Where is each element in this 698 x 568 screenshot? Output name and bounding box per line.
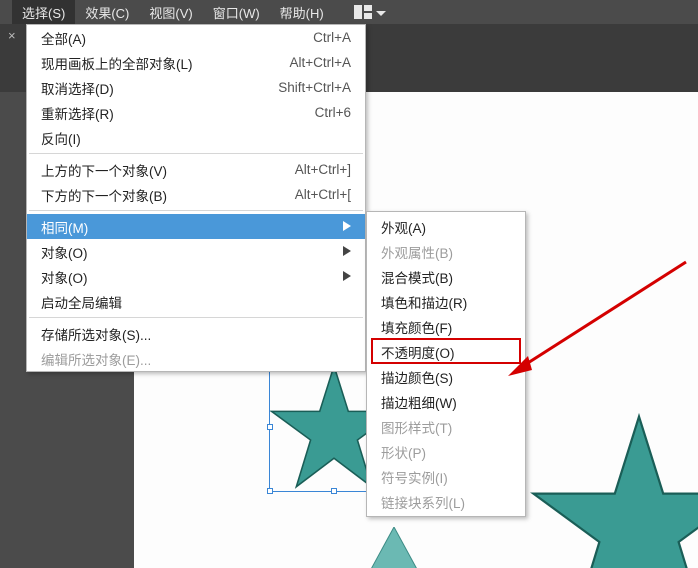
same-submenu: 外观(A) 外观属性(B) 混合模式(B) 填色和描边(R) 填充颜色(F) 不… [366,211,526,517]
menu-item-label: 下方的下一个对象(B) [41,185,295,205]
menu-item-object-1[interactable]: 对象(O) [27,239,365,264]
submenu-item-label: 外观(A) [381,217,426,237]
submenu-item-fill-stroke[interactable]: 填色和描边(R) [367,289,525,314]
submenu-item-label: 不透明度(O) [381,342,455,362]
submenu-item-appearance[interactable]: 外观(A) [367,214,525,239]
menu-help[interactable]: 帮助(H) [270,0,334,25]
menu-item-label: 取消选择(D) [41,78,278,98]
dropdown-caret-icon [376,5,386,20]
menu-separator [29,153,363,154]
submenu-item-label: 描边粗细(W) [381,392,457,412]
menu-item-save-selection[interactable]: 存储所选对象(S)... [27,321,365,346]
submenu-item-appearance-attrs: 外观属性(B) [367,239,525,264]
workspace-icon [354,5,372,19]
submenu-item-label: 符号实例(I) [381,467,448,487]
close-icon: × [8,28,16,43]
menu-item-shortcut: Alt+Ctrl+[ [295,187,351,202]
menu-item-label: 启动全局编辑 [41,292,351,312]
submenu-item-label: 填色和描边(R) [381,292,467,312]
submenu-item-opacity[interactable]: 不透明度(O) [367,339,525,364]
menu-item-shortcut: Alt+Ctrl+] [295,162,351,177]
submenu-item-label: 填充颜色(F) [381,317,452,337]
submenu-arrow-icon [343,219,351,234]
menu-item-deselect[interactable]: 取消选择(D) Shift+Ctrl+A [27,75,365,100]
menu-item-all[interactable]: 全部(A) Ctrl+A [27,25,365,50]
menu-select-label: 选择(S) [22,6,65,21]
menu-effect-label: 效果(C) [85,6,129,21]
menu-item-label: 现用画板上的全部对象(L) [41,53,289,73]
submenu-item-label: 形状(P) [381,442,426,462]
submenu-item-link-block-series: 链接块系列(L) [367,489,525,514]
workspace-switcher[interactable] [354,5,386,20]
select-menu-dropdown: 全部(A) Ctrl+A 现用画板上的全部对象(L) Alt+Ctrl+A 取消… [26,24,366,372]
menu-separator [29,317,363,318]
menu-select[interactable]: 选择(S) [12,0,75,25]
menu-item-label: 对象(O) [41,267,343,287]
submenu-item-label: 链接块系列(L) [381,492,465,512]
submenu-item-label: 混合模式(B) [381,267,453,287]
submenu-item-shape: 形状(P) [367,439,525,464]
submenu-item-graphic-style: 图形样式(T) [367,414,525,439]
menu-view-label: 视图(V) [149,6,192,21]
menu-view[interactable]: 视图(V) [139,0,202,25]
menu-window[interactable]: 窗口(W) [203,0,270,25]
menu-item-label: 反向(I) [41,128,351,148]
menu-item-label: 重新选择(R) [41,103,315,123]
submenu-item-symbol-instance: 符号实例(I) [367,464,525,489]
menu-item-all-on-artboard[interactable]: 现用画板上的全部对象(L) Alt+Ctrl+A [27,50,365,75]
menu-item-same[interactable]: 相同(M) [27,214,365,239]
menu-item-edit-selection: 编辑所选对象(E)... [27,346,365,371]
menu-window-label: 窗口(W) [213,6,260,21]
menu-item-label: 上方的下一个对象(V) [41,160,295,180]
star-shape-large[interactable] [529,410,698,568]
tab-close-button[interactable]: × [8,28,16,43]
menu-item-label: 对象(O) [41,242,343,262]
menu-item-label: 全部(A) [41,28,313,48]
menu-item-next-below[interactable]: 下方的下一个对象(B) Alt+Ctrl+[ [27,182,365,207]
menu-help-label: 帮助(H) [280,6,324,21]
menu-item-object-2[interactable]: 对象(O) [27,264,365,289]
menu-item-shortcut: Ctrl+A [313,30,351,45]
submenu-item-stroke-color[interactable]: 描边颜色(S) [367,364,525,389]
app-menubar: 选择(S) 效果(C) 视图(V) 窗口(W) 帮助(H) [0,0,698,24]
submenu-arrow-icon [343,269,351,284]
menu-item-shortcut: Shift+Ctrl+A [278,80,351,95]
submenu-item-label: 描边颜色(S) [381,367,453,387]
submenu-arrow-icon [343,244,351,259]
submenu-item-stroke-weight[interactable]: 描边粗细(W) [367,389,525,414]
menu-item-reselect[interactable]: 重新选择(R) Ctrl+6 [27,100,365,125]
submenu-item-blend-mode[interactable]: 混合模式(B) [367,264,525,289]
menu-item-shortcut: Alt+Ctrl+A [289,55,351,70]
menu-item-next-above[interactable]: 上方的下一个对象(V) Alt+Ctrl+] [27,157,365,182]
submenu-item-fill-color[interactable]: 填充颜色(F) [367,314,525,339]
submenu-item-label: 图形样式(T) [381,417,452,437]
triangle-shape[interactable] [364,527,424,568]
menu-item-inverse[interactable]: 反向(I) [27,125,365,150]
menu-item-start-global-edit[interactable]: 启动全局编辑 [27,289,365,314]
submenu-item-label: 外观属性(B) [381,242,453,262]
menu-item-label: 相同(M) [41,217,343,237]
menu-separator [29,210,363,211]
menu-item-label: 编辑所选对象(E)... [41,349,351,369]
menu-item-shortcut: Ctrl+6 [315,105,351,120]
menu-item-label: 存储所选对象(S)... [41,324,351,344]
menu-effect[interactable]: 效果(C) [75,0,139,25]
